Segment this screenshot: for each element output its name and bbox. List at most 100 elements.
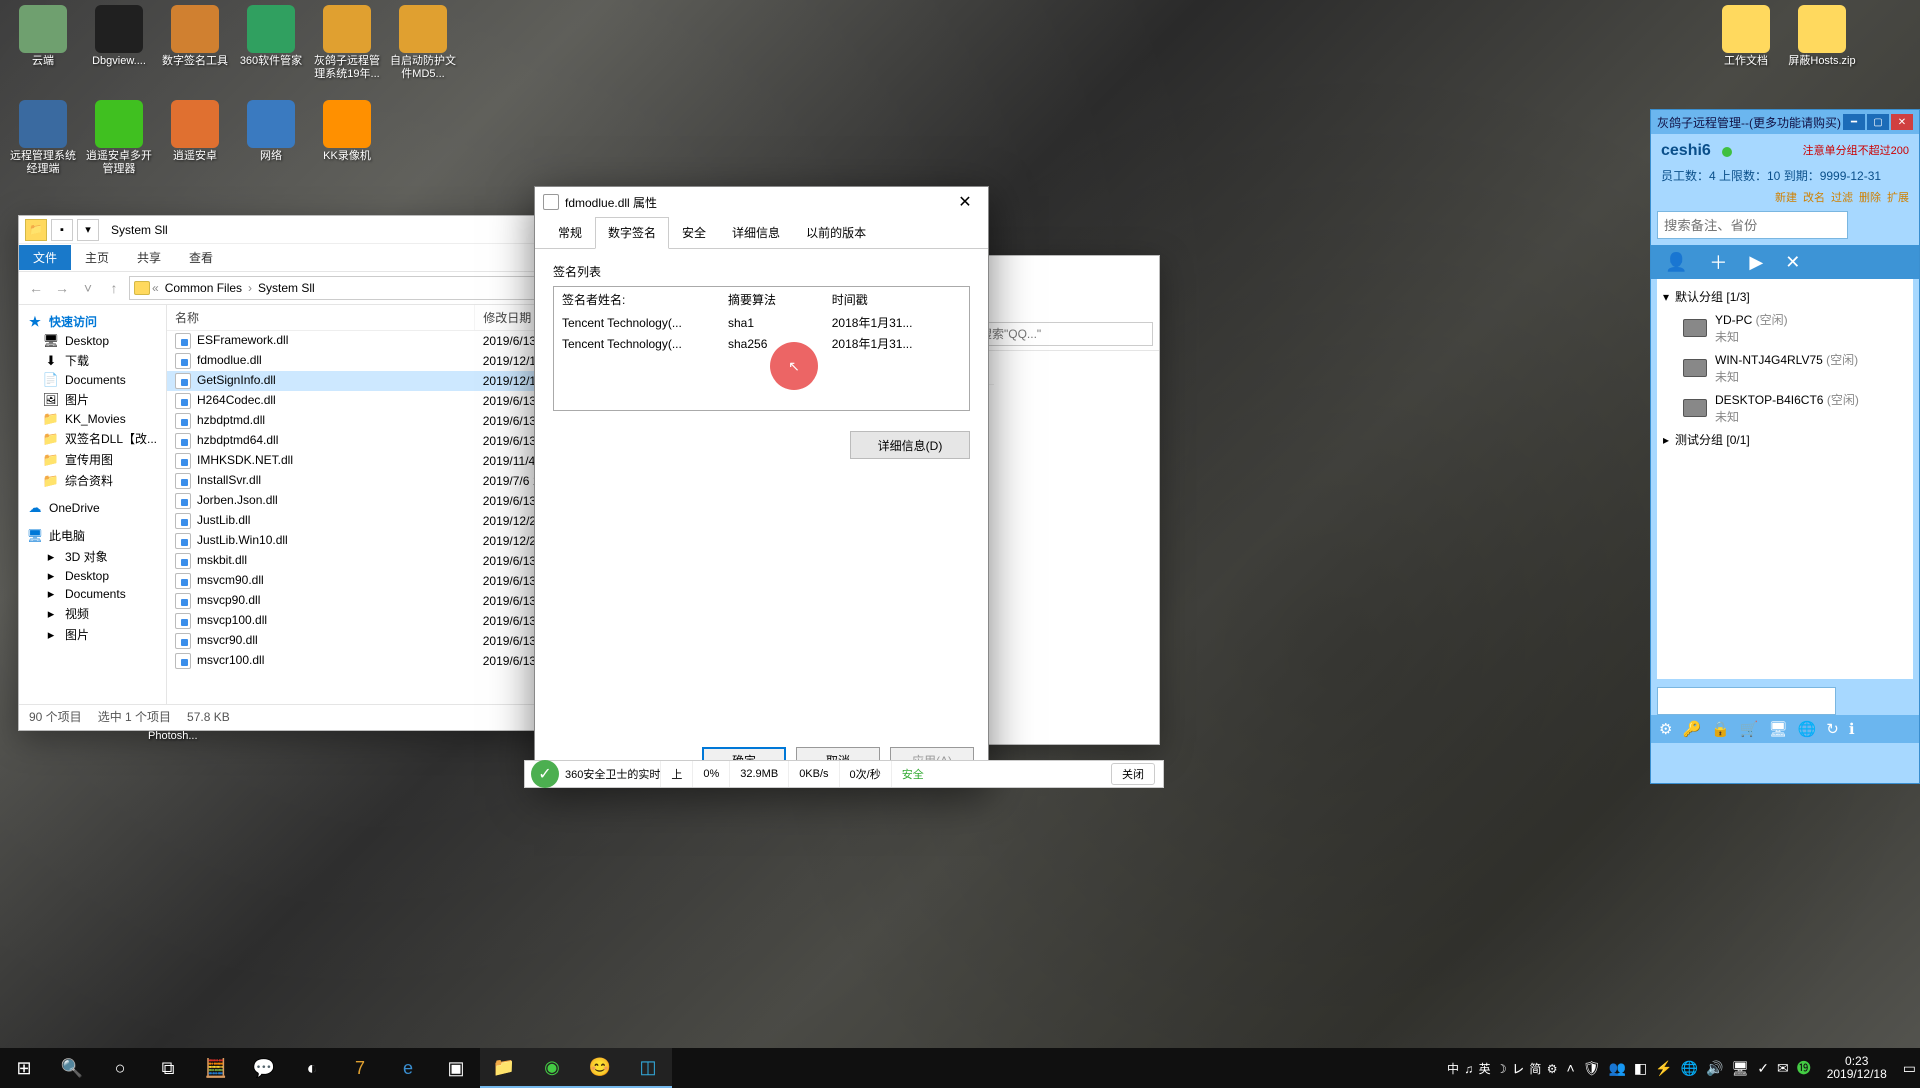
safebar-close-button[interactable]: 关闭 [1111, 763, 1155, 785]
task-chat[interactable]: 💬 [240, 1048, 288, 1088]
play-icon[interactable]: ▶ [1749, 252, 1763, 273]
hgz-search-input[interactable] [1657, 211, 1848, 239]
desktop-icon[interactable]: KK录像机 [309, 100, 385, 190]
user-icon[interactable]: 👤 [1665, 252, 1687, 273]
hgz-menu-item[interactable]: 扩展 [1887, 192, 1909, 204]
nav-item[interactable]: 📁宣传用图 [23, 449, 166, 470]
nav-item[interactable]: 📁KK_Movies [23, 410, 166, 428]
folder-icon[interactable]: 📁 [25, 219, 47, 241]
search-input[interactable] [973, 322, 1153, 346]
tab-share[interactable]: 共享 [123, 245, 175, 270]
tray-app-icon[interactable]: ◧ [1634, 1060, 1647, 1077]
notifications-button[interactable]: ▭ [1903, 1060, 1916, 1077]
task-app[interactable]: ◫ [624, 1048, 672, 1088]
desktop-icon[interactable]: Dbgview.... [81, 5, 157, 95]
nav-thispc[interactable]: 此电脑 [49, 527, 85, 544]
desktop-icon[interactable]: 屏蔽Hosts.zip [1784, 5, 1860, 95]
tray-people-icon[interactable]: 👥 [1608, 1060, 1625, 1077]
key-icon[interactable]: 🔑 [1682, 720, 1701, 738]
refresh-icon[interactable]: ↻ [1826, 720, 1839, 738]
task-7[interactable]: 7 [336, 1048, 384, 1088]
signature-list[interactable]: 签名者姓名: 摘要算法 时间戳 Tencent Technology(...sh… [553, 286, 970, 411]
back-button[interactable]: ← [25, 277, 47, 299]
task-kk[interactable]: 😊 [576, 1048, 624, 1088]
nav-quick-access[interactable]: 快速访问 [49, 313, 97, 330]
cart-icon[interactable]: 🛒 [1740, 720, 1759, 738]
task-calc[interactable]: 🧮 [192, 1048, 240, 1088]
tab-1[interactable]: 数字签名 [595, 217, 669, 249]
taskview-button[interactable]: ⧉ [144, 1048, 192, 1088]
tab-file[interactable]: 文件 [19, 245, 71, 270]
crumb-systemsll[interactable]: System Sll [254, 281, 319, 295]
task-steam[interactable]: ◐ [288, 1048, 336, 1088]
tray-screen-icon[interactable]: 🖥 [1731, 1060, 1749, 1077]
hgz-menu-item[interactable]: 删除 [1859, 192, 1881, 204]
tray-check-icon[interactable]: ✓ [1757, 1060, 1769, 1077]
col-timestamp[interactable]: 时间戳 [824, 287, 969, 312]
desktop-icon[interactable]: 逍遥安卓多开管理器 [81, 100, 157, 190]
desktop-icon[interactable]: 逍遥安卓 [157, 100, 233, 190]
desktop-icon[interactable]: 云端 [5, 5, 81, 95]
hgz-menu-item[interactable]: 过滤 [1831, 192, 1853, 204]
start-button[interactable]: ⊞ [0, 1048, 48, 1088]
task-terminal[interactable]: ▣ [432, 1048, 480, 1088]
tray-volume-icon[interactable]: 🔊 [1706, 1060, 1723, 1077]
hgz-client-tree[interactable]: ▾默认分组 [1/3]YD-PC (空闲)未知WIN-NTJ4G4RLV75 (… [1657, 279, 1913, 679]
nav-item[interactable]: ▸3D 对象 [23, 546, 166, 567]
hgz-menu-item[interactable]: 新建 [1775, 192, 1797, 204]
nav-item[interactable]: ▸视频 [23, 603, 166, 624]
tree-client-item[interactable]: DESKTOP-B4I6CT6 (空闲)未知 [1661, 388, 1909, 428]
tray-shield-icon[interactable]: 🛡 [1583, 1060, 1601, 1077]
desktop-icon[interactable]: 工作文档 [1708, 5, 1784, 95]
task-explorer[interactable]: 📁 [480, 1048, 528, 1088]
forward-button[interactable]: → [51, 277, 73, 299]
desktop-icon-photoshop[interactable]: Photosh... [148, 730, 198, 742]
details-button[interactable]: 详细信息(D) [850, 431, 970, 459]
info-icon[interactable]: ℹ [1849, 720, 1855, 738]
properties-dialog[interactable]: fdmodlue.dll 属性 ✕ 常规数字签名安全详细信息以前的版本 签名列表… [534, 186, 989, 786]
huigezi-panel[interactable]: 灰鸽子远程管理--(更多功能请购买) ━ ▢ ✕ ceshi6 注意单分组不超过… [1650, 109, 1920, 784]
nav-item[interactable]: ▸Documents [23, 585, 166, 603]
tree-client-item[interactable]: YD-PC (空闲)未知 [1661, 308, 1909, 348]
desktop-icon[interactable]: 数字签名工具 [157, 5, 233, 95]
network-icon[interactable]: 🌐 [1798, 720, 1817, 738]
tree-client-item[interactable]: WIN-NTJ4G4RLV75 (空闲)未知 [1661, 348, 1909, 388]
desktop-icon[interactable]: 灰鸽子远程管理系统19年... [309, 5, 385, 95]
tree-group[interactable]: ▾默认分组 [1/3] [1661, 285, 1909, 308]
tab-view[interactable]: 查看 [175, 245, 227, 270]
monitor-icon[interactable]: 🖥 [1769, 720, 1788, 738]
cortana-button[interactable]: ○ [96, 1048, 144, 1088]
nav-item[interactable]: ▸Desktop [23, 567, 166, 585]
nav-item[interactable]: ▸图片 [23, 624, 166, 645]
tray-badge-icon[interactable]: ⓳ [1797, 1058, 1811, 1078]
close-button[interactable]: ✕ [950, 192, 980, 212]
nav-onedrive[interactable]: OneDrive [49, 501, 100, 515]
gear-icon[interactable]: ⚙ [1659, 720, 1672, 738]
tray-action-icon[interactable]: ✉ [1777, 1060, 1789, 1077]
taskbar[interactable]: ⊞ 🔍 ○ ⧉ 🧮 💬 ◐ 7 e ▣ 📁 ◉ 😊 ◫ 中 ♫ 英 ☽ ㆑ 简 … [0, 1048, 1920, 1088]
maximize-button[interactable]: ▢ [1867, 114, 1889, 130]
taskbar-clock[interactable]: 0:23 2019/12/18 [1819, 1055, 1895, 1081]
system-tray[interactable]: 中 ♫ 英 ☽ ㆑ 简 ⚙ ˄ 🛡 👥 ◧ ⚡ 🌐 🔊 🖥 ✓ ✉ ⓳ 0:23… [1447, 1055, 1920, 1081]
tab-4[interactable]: 以前的版本 [793, 217, 879, 248]
hgz-menu-item[interactable]: 改名 [1803, 192, 1825, 204]
crumb-commonfiles[interactable]: Common Files [161, 281, 246, 295]
nav-item[interactable]: ⬇下载 [23, 350, 166, 371]
col-algorithm[interactable]: 摘要算法 [720, 287, 824, 312]
delete-icon[interactable]: ✕ [1785, 252, 1800, 273]
tab-0[interactable]: 常规 [545, 217, 595, 248]
tray-flash-icon[interactable]: ⚡ [1655, 1060, 1672, 1077]
up-button[interactable]: ↑ [103, 277, 125, 299]
close-button[interactable]: ✕ [1891, 114, 1913, 130]
minimize-button[interactable]: ━ [1843, 114, 1865, 130]
recent-dropdown[interactable]: ˅ [77, 277, 99, 299]
qat-dropdown[interactable]: ▾ [77, 219, 99, 241]
nav-item[interactable]: 📄Documents [23, 371, 166, 389]
col-name[interactable]: 名称 [167, 305, 475, 331]
tab-3[interactable]: 详细信息 [719, 217, 793, 248]
nav-item[interactable]: 📁双签名DLL【改... [23, 428, 166, 449]
tab-home[interactable]: 主页 [71, 245, 123, 270]
navigation-pane[interactable]: ★快速访问 🖥Desktop⬇下载📄Documents🖼图片📁KK_Movies… [19, 305, 167, 704]
signature-row[interactable]: Tencent Technology(...sha12018年1月31... [554, 312, 969, 333]
nav-item[interactable]: 📁综合资料 [23, 470, 166, 491]
